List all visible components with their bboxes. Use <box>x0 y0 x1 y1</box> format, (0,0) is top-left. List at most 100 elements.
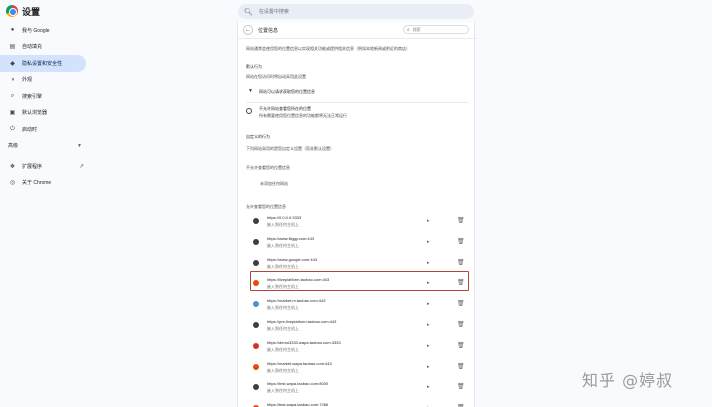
site-embed-note: 嵌入到任何主机上 <box>267 388 299 394</box>
site-embed-note: 嵌入到任何主机上 <box>267 305 299 311</box>
sidebar-item-autofill[interactable]: ▤ 自动填充 <box>0 39 90 56</box>
site-url: https://test.wapa.taobao.com:7266 <box>267 402 329 407</box>
back-arrow-icon[interactable]: ← <box>243 25 253 35</box>
trash-icon[interactable]: 🗑︎ <box>457 383 465 390</box>
person-icon: ● <box>10 27 15 34</box>
site-url: https://test.wapa.taobao.com:8000 <box>267 381 329 387</box>
divider <box>238 38 476 39</box>
sidebar-item-you-and-google[interactable]: ● 我与 Google <box>0 22 90 39</box>
sidebar-item-about-chrome[interactable]: ◎ 关于 Chrome <box>0 175 90 192</box>
site-row[interactable]: https://demo3333.wapa.taobao.com:3333 嵌入到… <box>253 337 467 357</box>
puzzle-icon: ❖ <box>9 163 16 170</box>
default-behavior-hint: 网站在您访问时将自动采用此设置 <box>246 74 306 79</box>
radio-button[interactable] <box>246 108 252 114</box>
trash-icon[interactable]: 🗑︎ <box>457 217 465 224</box>
site-favicon-icon <box>253 301 259 308</box>
chevron-right-icon[interactable]: ▸ <box>427 384 430 390</box>
search-icon: ⌕ <box>407 26 410 33</box>
sidebar-item-on-startup[interactable]: ⏻ 启动时 <box>0 121 90 138</box>
chevron-right-icon[interactable]: ▸ <box>427 322 430 328</box>
trash-icon[interactable]: 🗑︎ <box>457 363 465 370</box>
sidebar-item-privacy[interactable]: ◆ 隐私设置和安全性 <box>0 55 86 72</box>
site-embed-note: 嵌入到任何主机上 <box>267 242 299 248</box>
sidebar-item-extensions[interactable]: ❖ 扩展程序 ↗ <box>0 158 90 175</box>
sidebar-item-default-browser[interactable]: ▣ 默认浏览器 <box>0 105 90 122</box>
trash-icon[interactable]: 🗑︎ <box>457 321 465 328</box>
chevron-right-icon[interactable]: ▸ <box>427 364 430 370</box>
site-favicon-icon <box>253 342 259 349</box>
option-block-label: 不允许网站查看您所在的位置 <box>259 106 311 111</box>
search-placeholder: 在设置中搜索 <box>258 9 289 15</box>
site-embed-note: 嵌入到任何主机上 <box>267 326 299 331</box>
chevron-right-icon[interactable]: ▸ <box>427 239 430 245</box>
trash-icon[interactable]: 🗑︎ <box>457 342 465 349</box>
page-title: 位置信息 <box>258 28 279 34</box>
sidebar-item-label: 关于 Chrome <box>22 180 52 187</box>
sidebar-item-label: 隐私设置和安全性 <box>22 60 63 67</box>
sidebar-item-label: 默认浏览器 <box>22 110 48 117</box>
chevron-right-icon[interactable]: ▸ <box>427 260 430 266</box>
site-row[interactable]: https://pre-liveplatform.taobao.com:443 嵌… <box>253 316 467 336</box>
default-behavior-heading: 默认行为 <box>246 64 262 69</box>
sidebar-item-label: 我与 Google <box>22 27 50 34</box>
site-embed-note: 嵌入到任何主机上 <box>267 346 299 352</box>
option-allow-label: 网站可以请求获取您的位置信息 <box>259 89 315 94</box>
autofill-icon: ▤ <box>9 44 16 51</box>
site-row[interactable]: https://test.wapa.taobao.com:8000 嵌入到任何主机… <box>253 378 467 398</box>
site-row[interactable]: https://0.0.0.0:3333 嵌入到任何主机上 ▸ 🗑︎ <box>253 212 467 232</box>
sidebar-item-label: 扩展程序 <box>22 163 43 170</box>
site-favicon-icon <box>253 259 259 266</box>
site-row[interactable]: https://test.wapa.taobao.com:7266嵌入到任何主机… <box>253 399 467 407</box>
site-favicon-icon <box>253 238 259 245</box>
site-favicon-icon <box>253 363 259 370</box>
browser-icon: ▣ <box>9 110 16 117</box>
sidebar: ● 我与 Google ▤ 自动填充 ◆ 隐私设置和安全性 ◑ 外观 ⌕ 搜索引… <box>0 22 90 191</box>
search-icon: 🔍︎ <box>244 8 253 16</box>
option-block-description: 所有需要使用您位置信息的功能都将无法正常运行 <box>259 113 347 118</box>
sidebar-item-label: 自动填充 <box>22 44 43 51</box>
location-description: 网站通常会使用您的位置信息以实现相关功能或提供相关信息（例如本地新闻或附近的商店… <box>246 46 410 51</box>
divider <box>246 102 468 103</box>
site-url: https://www.fliggy.com:443 <box>267 235 315 241</box>
trash-icon[interactable]: 🗑︎ <box>457 238 465 245</box>
sidebar-item-label: 启动时 <box>22 126 38 133</box>
sidebar-item-label: 高级 <box>8 143 19 150</box>
top-bar: 设置 🔍︎ 在设置中搜索 <box>0 0 712 22</box>
settings-search-input[interactable]: 🔍︎ 在设置中搜索 <box>238 4 474 19</box>
site-row[interactable]: https://www.fliggy.com:443 嵌入到任何主机上 ▸ 🗑︎ <box>253 233 467 253</box>
trash-icon[interactable]: 🗑︎ <box>457 259 465 266</box>
highlight-annotation <box>250 271 469 291</box>
site-row[interactable]: https://market.wapa.taobao.com:443 嵌入到任何主… <box>253 358 467 378</box>
chevron-right-icon[interactable]: ▸ <box>427 218 430 224</box>
sidebar-item-search-engine[interactable]: ⌕ 搜索引擎 <box>0 88 90 105</box>
watermark: 知乎 @婷叔 <box>582 371 674 390</box>
blocked-sites-empty: 未添加任何网站 <box>260 181 288 186</box>
site-favicon-icon <box>253 384 259 391</box>
chevron-right-icon[interactable]: ▸ <box>427 343 430 349</box>
location-pin-icon: ▼ <box>248 88 253 94</box>
custom-behavior-hint: 下列网站采用的是您自定义设置（而非默认设置） <box>246 146 334 151</box>
chevron-down-icon: ▼ <box>77 142 82 149</box>
site-url: https://www.google.com:443 <box>267 256 318 262</box>
shield-icon: ◆ <box>10 60 15 67</box>
trash-icon[interactable]: 🗑︎ <box>457 300 465 307</box>
site-search-placeholder: 搜索 <box>412 26 421 32</box>
external-link-icon: ↗ <box>78 163 84 170</box>
site-embed-note: 嵌入到任何主机上 <box>267 367 299 373</box>
site-url: https://0.0.0.0:3333 <box>267 215 302 220</box>
site-url: https://market.m.taobao.com:443 <box>267 298 326 304</box>
allowed-sites-heading: 允许查看您的位置信息 <box>246 204 286 209</box>
sidebar-advanced-toggle[interactable]: 高级 ▼ <box>0 138 90 155</box>
palette-icon: ◑ <box>10 76 15 83</box>
search-icon: ⌕ <box>10 92 15 99</box>
site-search-input[interactable]: ⌕ 搜索 <box>403 25 469 34</box>
site-embed-note: 嵌入到任何主机上 <box>267 222 299 227</box>
site-embed-note: 嵌入到任何主机上 <box>267 263 299 269</box>
app-title: 设置 <box>22 7 41 17</box>
custom-behavior-heading: 自定义的行为 <box>246 134 270 139</box>
chevron-right-icon[interactable]: ▸ <box>427 301 430 307</box>
site-url: https://market.wapa.taobao.com:443 <box>267 360 332 366</box>
sidebar-item-appearance[interactable]: ◑ 外观 <box>0 72 90 89</box>
site-row[interactable]: https://market.m.taobao.com:443 嵌入到任何主机上 ▸… <box>253 295 467 315</box>
site-favicon-icon <box>253 218 259 224</box>
